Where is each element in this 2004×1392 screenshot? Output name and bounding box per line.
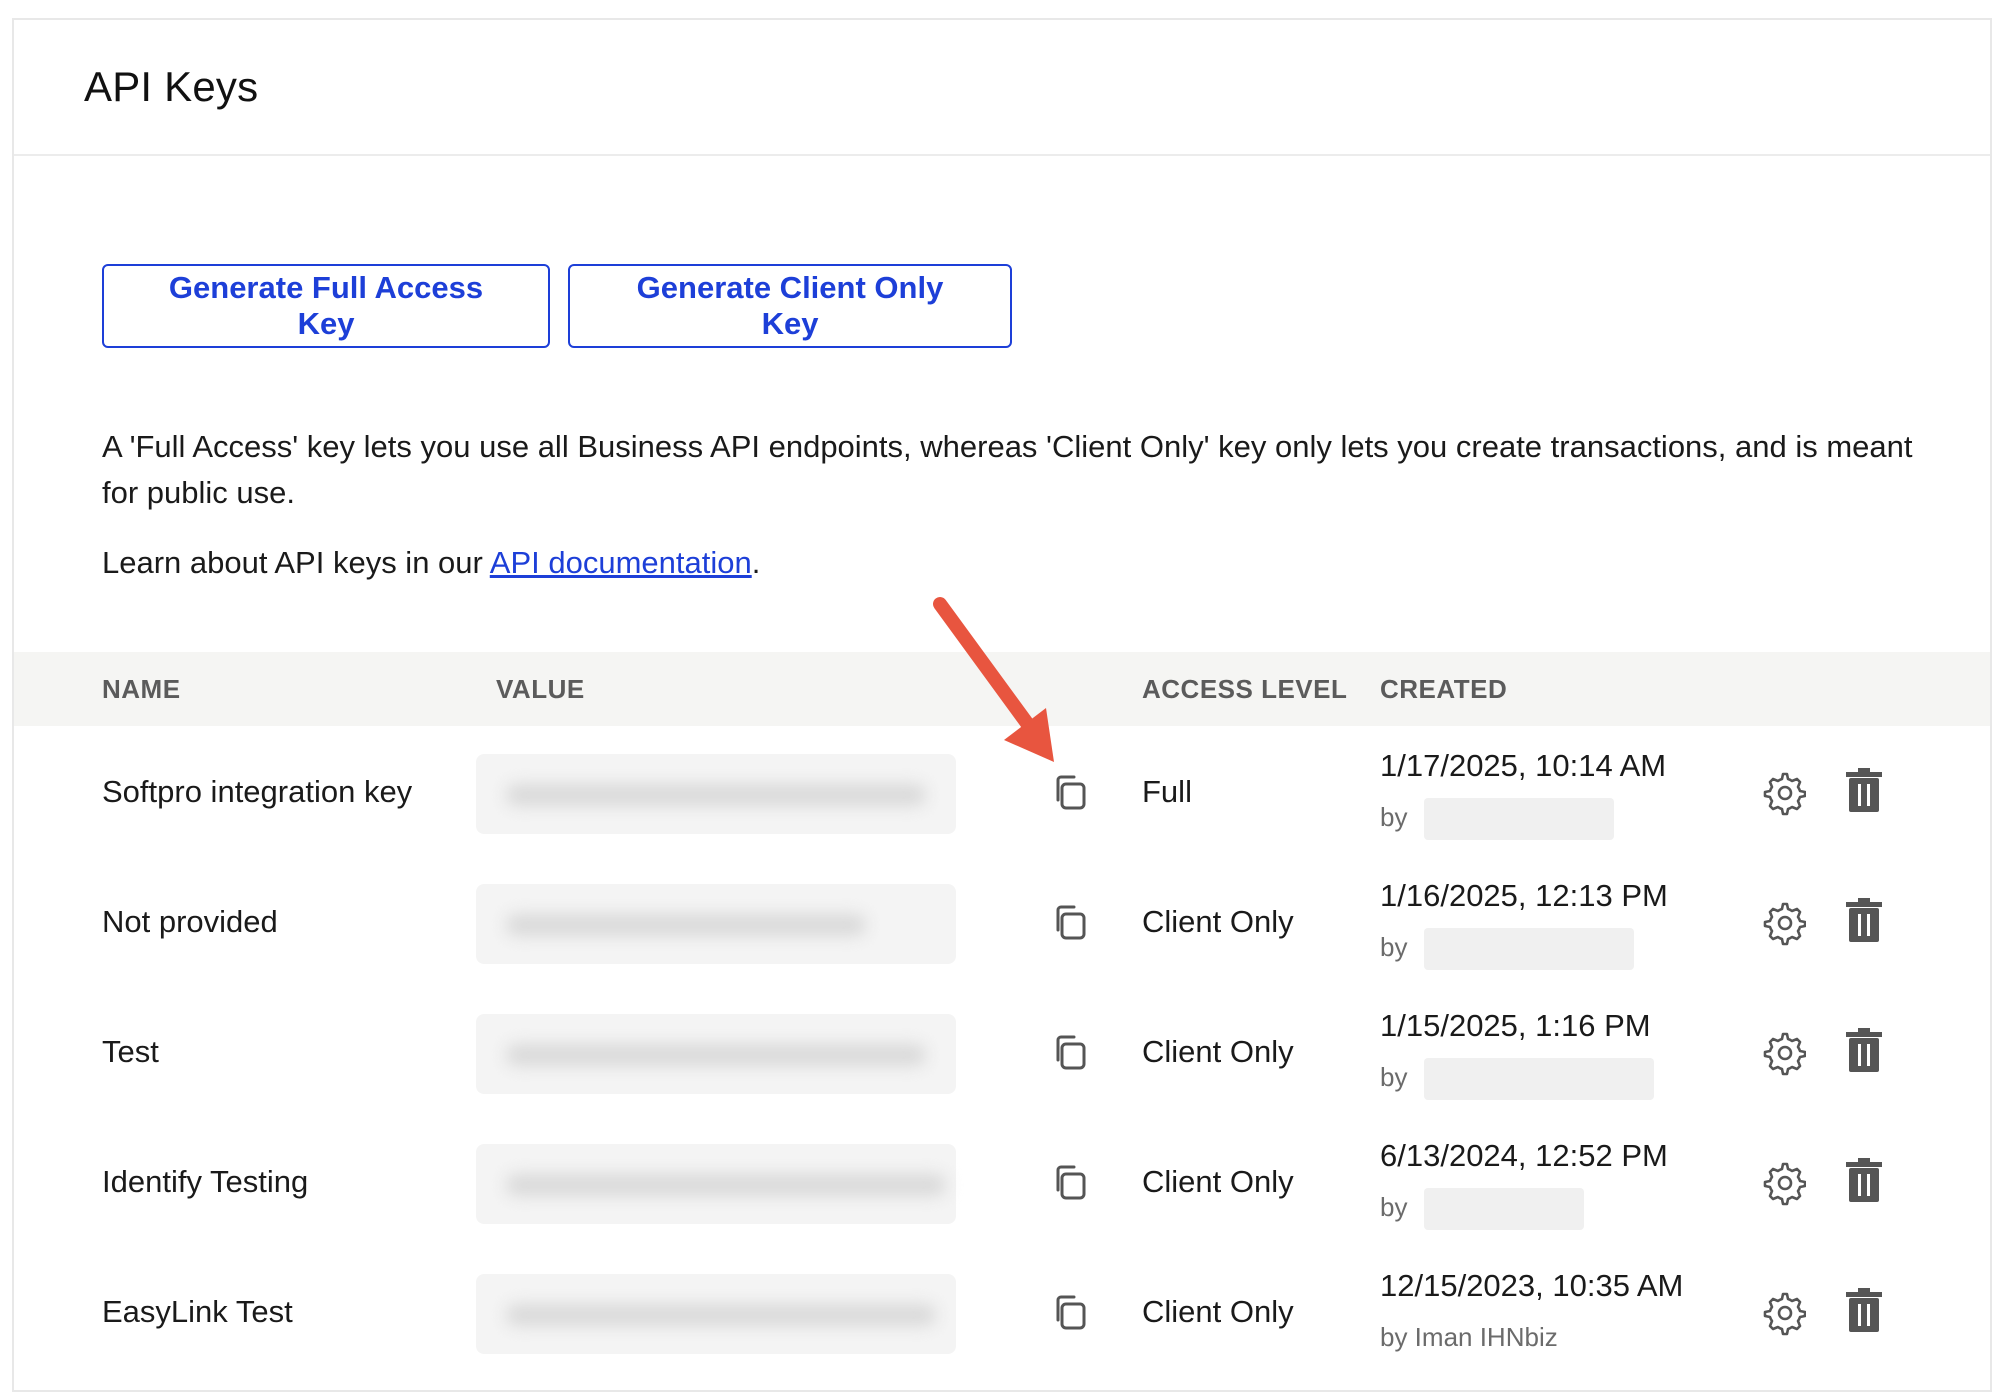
creator-redacted (1424, 1058, 1654, 1100)
arrow-icon (933, 597, 1054, 762)
key-value-redacted (476, 754, 956, 834)
access-level: Client Only (1142, 1294, 1294, 1329)
gear-icon[interactable] (1760, 1290, 1806, 1336)
created-date: 6/13/2024, 12:52 PM (1380, 1138, 1668, 1173)
column-header-value: VALUE (496, 674, 585, 704)
card-header: API Keys (14, 20, 1990, 156)
trash-icon[interactable] (1846, 898, 1882, 942)
column-header-created: CREATED (1380, 674, 1508, 704)
key-name: Softpro integration key (102, 774, 413, 809)
trash-icon[interactable] (1846, 1158, 1882, 1202)
copy-icon[interactable] (1048, 1160, 1092, 1204)
key-value-redacted (476, 1274, 956, 1354)
access-level: Client Only (1142, 904, 1294, 939)
access-level: Full (1142, 774, 1192, 809)
created-date: 1/17/2025, 10:14 AM (1380, 748, 1667, 783)
key-value-redacted (476, 884, 956, 964)
trash-icon[interactable] (1846, 1288, 1882, 1332)
key-name: Test (102, 1034, 159, 1069)
gear-icon[interactable] (1760, 1030, 1806, 1076)
copy-icon[interactable] (1048, 900, 1092, 944)
api-documentation-link[interactable]: API documentation (490, 545, 752, 580)
created-by: by (1380, 802, 1408, 832)
access-level: Client Only (1142, 1034, 1294, 1069)
key-value-redacted (476, 1144, 956, 1224)
page-title: API Keys (84, 63, 259, 110)
table-row: Test Client Only 1/15/2025, 1:16 PM by (14, 986, 1990, 1116)
copy-icon[interactable] (1048, 1290, 1092, 1334)
table-row: Identify Testing Client Only 6/13/2024, … (14, 1116, 1990, 1246)
api-keys-card: API Keys Generate Full Access Key Genera… (12, 18, 1992, 1392)
learn-text: Learn about API keys in our API document… (102, 540, 760, 586)
table-row: EasyLink Test Client Only 12/15/2023, 10… (14, 1246, 1990, 1376)
access-level: Client Only (1142, 1164, 1294, 1199)
created-date: 12/15/2023, 10:35 AM (1380, 1268, 1684, 1303)
learn-suffix: . (751, 545, 761, 580)
gear-icon[interactable] (1760, 1160, 1806, 1206)
creator-redacted (1424, 928, 1634, 970)
column-header-access-level: ACCESS LEVEL (1142, 674, 1348, 704)
created-by: by (1380, 932, 1408, 962)
created-date: 1/15/2025, 1:16 PM (1380, 1008, 1651, 1043)
key-value-redacted (476, 1014, 956, 1094)
trash-icon[interactable] (1846, 768, 1882, 812)
created-by: by (1380, 1192, 1408, 1222)
created-by: by (1380, 1062, 1408, 1092)
generate-full-access-key-button[interactable]: Generate Full Access Key (102, 264, 550, 348)
description-text: A 'Full Access' key lets you use all Bus… (102, 429, 1913, 510)
creator-redacted (1424, 798, 1614, 840)
key-name: EasyLink Test (102, 1294, 293, 1329)
key-name: Identify Testing (102, 1164, 309, 1199)
generate-client-only-key-button[interactable]: Generate Client Only Key (568, 264, 1012, 348)
created-date: 1/16/2025, 12:13 PM (1380, 878, 1668, 913)
key-name: Not provided (102, 904, 278, 939)
gear-icon[interactable] (1760, 770, 1806, 816)
trash-icon[interactable] (1846, 1028, 1882, 1072)
table-row: Not provided Client Only 1/16/2025, 12:1… (14, 856, 1990, 986)
column-header-name: NAME (102, 674, 181, 704)
copy-icon[interactable] (1048, 1030, 1092, 1074)
gear-icon[interactable] (1760, 900, 1806, 946)
learn-prefix: Learn about API keys in our (102, 545, 490, 580)
creator-redacted (1424, 1188, 1584, 1230)
action-buttons: Generate Full Access Key Generate Client… (102, 264, 1012, 348)
created-by: by Iman IHNbiz (1380, 1322, 1558, 1352)
